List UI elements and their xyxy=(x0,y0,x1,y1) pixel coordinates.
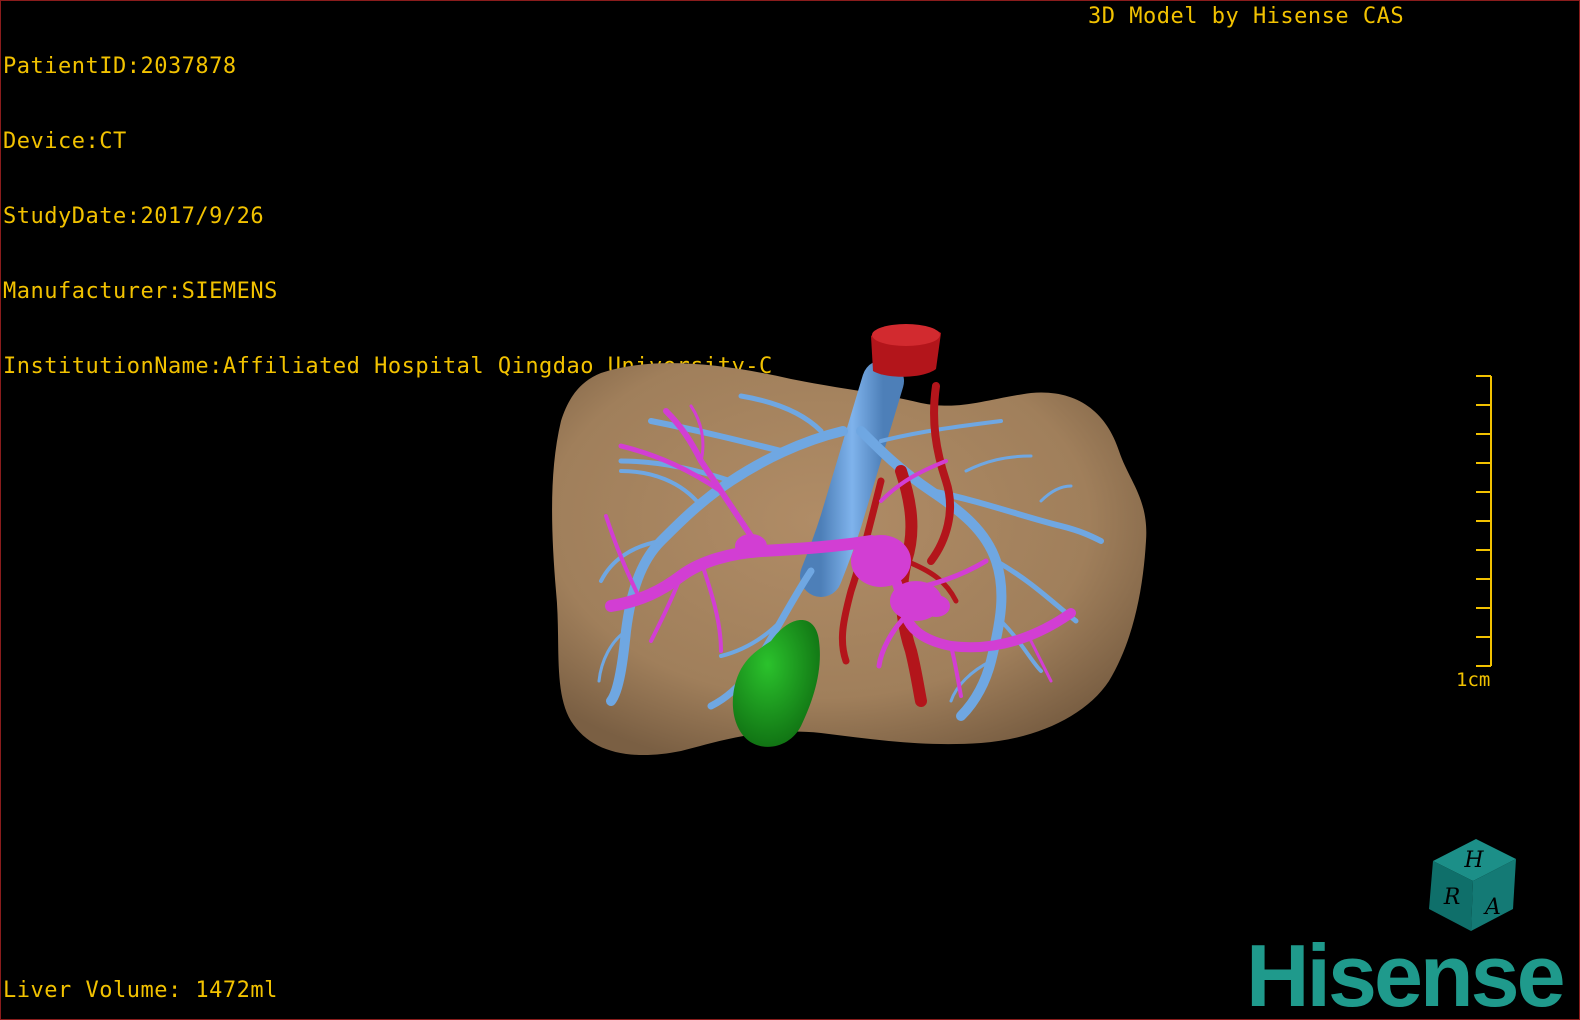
orientation-cube[interactable]: H R A xyxy=(1429,839,1516,931)
liver-volume-text: Liver Volume: 1472ml xyxy=(3,978,278,1003)
scale-bar-label: 1cm xyxy=(1456,669,1491,691)
liver-3d-model[interactable]: H R A xyxy=(1,1,1580,1020)
cube-face-label-r: R xyxy=(1443,885,1461,910)
hisense-logo: Hisense xyxy=(1246,926,1566,1020)
cube-face-label-a: A xyxy=(1483,895,1501,920)
cube-face-label-h: H xyxy=(1463,848,1484,873)
scale-bar xyxy=(1476,375,1492,667)
3d-viewport[interactable]: PatientID:2037878 Device:CT StudyDate:20… xyxy=(0,0,1580,1020)
